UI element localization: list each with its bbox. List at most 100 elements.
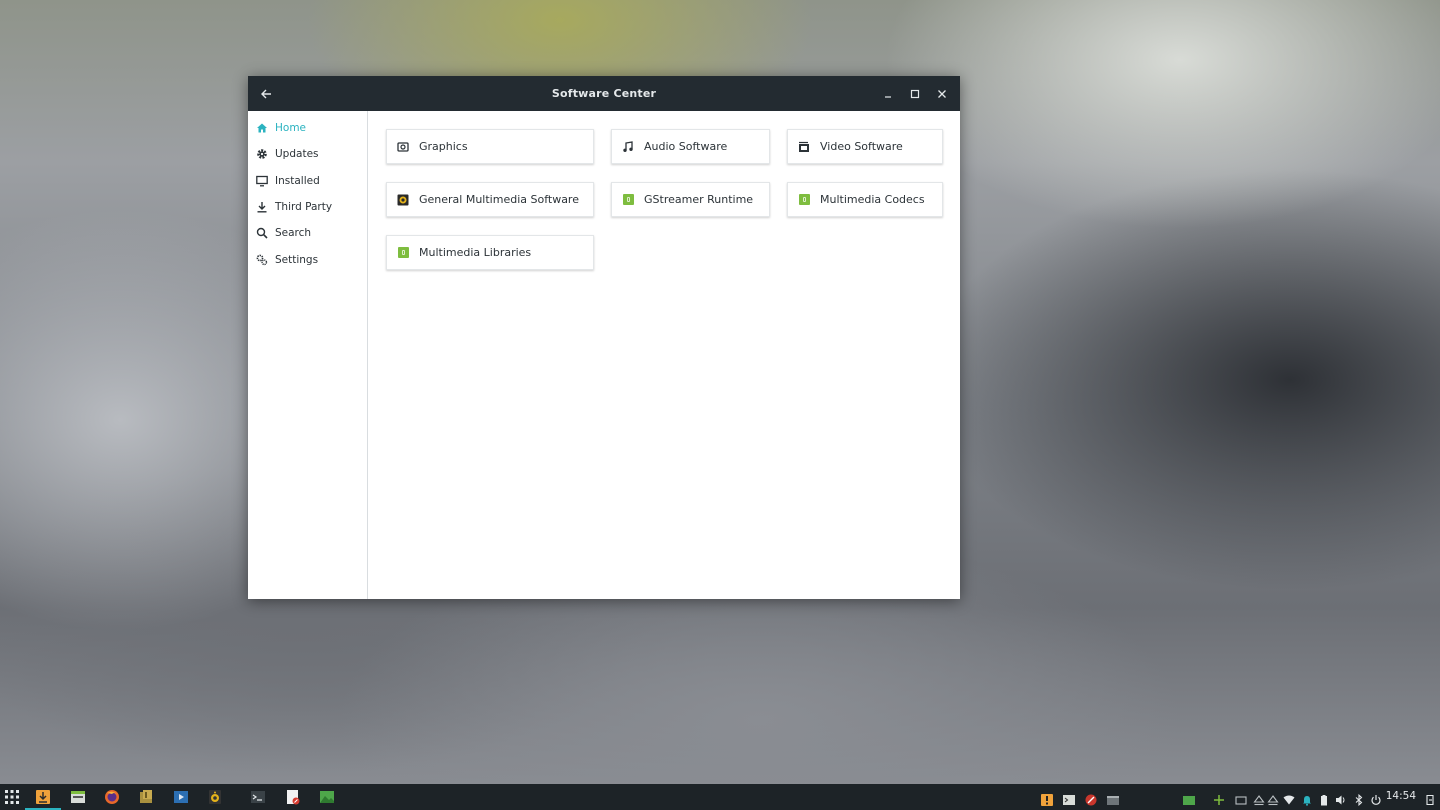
screen-icon bbox=[1235, 796, 1247, 805]
bluetooth-icon bbox=[1355, 793, 1363, 807]
sidebar-item-home[interactable]: Home bbox=[248, 115, 367, 141]
tray-software-updates[interactable] bbox=[1041, 791, 1053, 806]
taskbar-file-manager[interactable] bbox=[70, 789, 86, 805]
category-grid: Graphics Audio Software Video Software G bbox=[368, 111, 960, 599]
category-label: Graphics bbox=[419, 140, 468, 153]
image-viewer-icon bbox=[1183, 796, 1195, 805]
download-icon bbox=[256, 201, 268, 213]
taskbar-clock[interactable]: 14:54 bbox=[1386, 790, 1416, 802]
sidebar-item-third-party[interactable]: Third Party bbox=[248, 194, 367, 220]
sidebar: Home Updates Installed Third Party Searc… bbox=[248, 111, 368, 599]
battery-icon bbox=[1321, 795, 1327, 806]
category-card-multimedia-libraries[interactable]: Multimedia Libraries bbox=[386, 235, 594, 270]
power-icon bbox=[1371, 795, 1381, 805]
sidebar-item-updates[interactable]: Updates bbox=[248, 141, 367, 167]
sidebar-item-label: Home bbox=[275, 122, 307, 135]
media-player-icon bbox=[174, 791, 188, 803]
sidebar-item-label: Third Party bbox=[275, 201, 333, 214]
category-label: General Multimedia Software bbox=[419, 193, 579, 206]
taskbar-terminal[interactable] bbox=[250, 789, 266, 805]
tray-bluetooth[interactable] bbox=[1353, 791, 1365, 807]
title-bar: Software Center bbox=[248, 76, 960, 111]
close-button[interactable] bbox=[932, 84, 952, 104]
wifi-icon bbox=[1283, 795, 1295, 805]
maximize-button[interactable] bbox=[905, 84, 925, 104]
window-title: Software Center bbox=[551, 87, 657, 100]
category-label: Multimedia Libraries bbox=[419, 246, 532, 259]
taskbar-document-viewer[interactable] bbox=[285, 789, 301, 805]
grid-icon bbox=[5, 790, 19, 804]
terminal-icon bbox=[251, 791, 265, 803]
speaker-icon bbox=[209, 790, 221, 804]
minimize-button[interactable] bbox=[878, 84, 898, 104]
tray-eject-2[interactable] bbox=[1267, 791, 1279, 806]
category-label: Video Software bbox=[820, 140, 903, 153]
video-icon bbox=[798, 141, 810, 153]
taskbar-audio-player[interactable] bbox=[207, 789, 223, 805]
bell-icon bbox=[1303, 796, 1311, 806]
tray-image-viewer[interactable] bbox=[1183, 791, 1195, 805]
category-card-general-multimedia-software[interactable]: General Multimedia Software bbox=[386, 182, 594, 217]
tray-terminal[interactable] bbox=[1063, 791, 1075, 805]
back-button[interactable] bbox=[256, 84, 276, 104]
sidebar-item-label: Installed bbox=[275, 174, 320, 187]
tray-show-desktop[interactable] bbox=[1424, 791, 1436, 806]
tray-notifications[interactable] bbox=[1301, 791, 1313, 806]
image-viewer-icon bbox=[320, 791, 334, 803]
tray-wifi[interactable] bbox=[1283, 791, 1295, 805]
terminal-icon bbox=[1063, 795, 1075, 805]
taskbar-media-player[interactable] bbox=[173, 789, 189, 805]
sidebar-item-search[interactable]: Search bbox=[248, 220, 367, 246]
taskbar-archive-manager[interactable] bbox=[138, 789, 154, 805]
package-icon bbox=[397, 247, 409, 259]
sidebar-item-settings[interactable]: Settings bbox=[248, 246, 367, 272]
sidebar-item-label: Settings bbox=[275, 253, 319, 266]
package-icon bbox=[798, 194, 810, 206]
tray-blocked[interactable] bbox=[1085, 791, 1097, 806]
monitor-icon bbox=[256, 175, 268, 187]
app-menu-button[interactable] bbox=[4, 789, 20, 805]
home-icon bbox=[256, 122, 268, 134]
speaker-icon bbox=[397, 194, 409, 206]
no-entry-icon bbox=[1085, 794, 1097, 806]
tray-eject-1[interactable] bbox=[1253, 791, 1265, 806]
gear-icon bbox=[256, 148, 268, 160]
category-label: GStreamer Runtime bbox=[644, 193, 754, 206]
firefox-icon bbox=[105, 790, 119, 804]
volume-icon bbox=[1336, 795, 1345, 805]
file-manager-icon bbox=[71, 791, 85, 803]
tray-add-button[interactable] bbox=[1213, 791, 1225, 805]
logout-icon bbox=[1426, 794, 1434, 806]
category-card-video-software[interactable]: Video Software bbox=[787, 129, 943, 164]
archive-icon bbox=[140, 790, 152, 803]
category-card-multimedia-codecs[interactable]: Multimedia Codecs bbox=[787, 182, 943, 217]
tray-window[interactable] bbox=[1107, 791, 1119, 805]
tray-battery[interactable] bbox=[1318, 791, 1330, 806]
software-center-icon bbox=[36, 790, 50, 804]
eject-icon bbox=[1267, 795, 1279, 806]
software-center-window: Software Center Home Updates Installed T… bbox=[248, 76, 960, 599]
maximize-icon bbox=[910, 89, 920, 99]
document-icon bbox=[287, 790, 300, 805]
sidebar-item-label: Updates bbox=[275, 148, 319, 161]
settings-icon bbox=[256, 254, 268, 266]
close-icon bbox=[938, 90, 946, 98]
category-card-audio-software[interactable]: Audio Software bbox=[611, 129, 770, 164]
tray-power[interactable] bbox=[1370, 791, 1382, 805]
minimize-icon bbox=[885, 96, 891, 98]
sidebar-item-label: Search bbox=[275, 227, 312, 240]
update-alert-icon bbox=[1041, 794, 1053, 806]
taskbar-image-viewer[interactable] bbox=[319, 789, 335, 805]
category-card-graphics[interactable]: Graphics bbox=[386, 129, 594, 164]
music-note-icon bbox=[622, 140, 634, 153]
tray-volume[interactable] bbox=[1335, 791, 1347, 805]
package-icon bbox=[622, 194, 634, 206]
camera-icon bbox=[397, 141, 409, 153]
sidebar-item-installed[interactable]: Installed bbox=[248, 168, 367, 194]
search-icon bbox=[256, 227, 268, 239]
window-icon bbox=[1107, 796, 1119, 805]
category-card-gstreamer-runtime[interactable]: GStreamer Runtime bbox=[611, 182, 770, 217]
taskbar-software-center[interactable] bbox=[25, 789, 61, 810]
taskbar-firefox[interactable] bbox=[104, 789, 120, 805]
tray-screen[interactable] bbox=[1235, 791, 1247, 805]
